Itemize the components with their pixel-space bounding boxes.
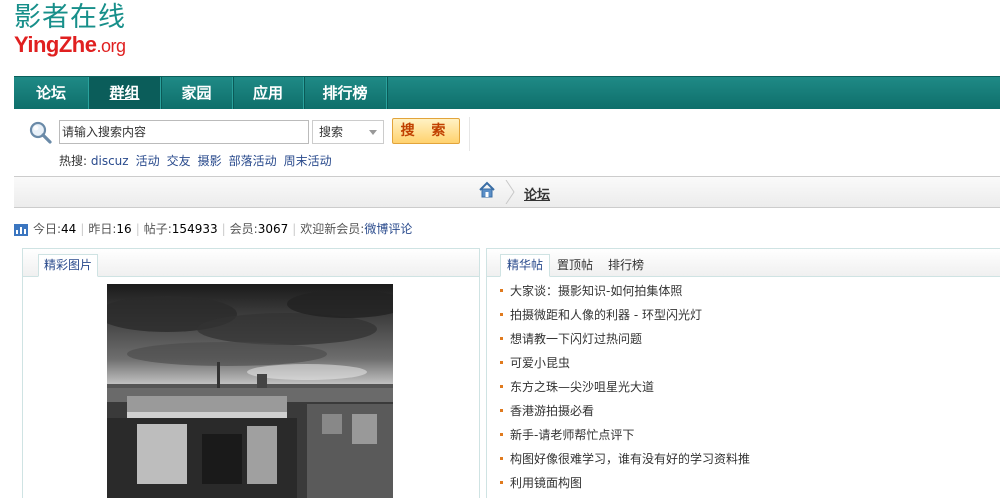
logo-chinese-text: 影者在线 [14,2,126,33]
thread-title: 拍摄微距和人像的利器 - 环型闪光灯 [510,308,702,322]
stat-members-value: 3067 [257,222,289,236]
stats-chart-icon [14,223,28,236]
divider [469,117,470,151]
thread-title: 想请教一下闪灯过热问题 [510,332,643,346]
thread-title: 东方之珠—尖沙咀星光大道 [510,380,655,394]
stat-posts-label: 帖子: [143,222,172,236]
bullet-icon [500,385,503,388]
list-item[interactable]: 东方之珠—尖沙咀星光大道 [497,375,750,399]
panel-header: 精华帖 置顶帖 排行榜 [487,249,1000,277]
bullet-icon [500,361,503,364]
list-item[interactable]: 可爱小昆虫 [497,351,750,375]
stat-separator: | [221,222,226,236]
nav-item-groups[interactable]: 群组 [89,77,161,110]
thread-title: 构图好像很难学习，谁有没有好的学习资料推 [510,452,751,466]
new-member-link[interactable]: 微博评论 [364,222,412,236]
panel-header: 精彩图片 [23,249,479,277]
breadcrumb-separator-icon [505,180,515,204]
logo-english-text: YingZhe.org [14,34,174,57]
thread-title: 香港游拍摄必看 [510,404,595,418]
hot-term-link[interactable]: discuz [91,154,129,168]
hot-search-label: 热搜: [59,154,88,168]
search-type-value: 搜索 [319,125,344,139]
stat-separator: | [292,222,297,236]
hot-term-link[interactable]: 部落活动 [229,154,277,168]
dropdown-arrow-icon [369,130,377,135]
thread-title: 利用镜面构图 [510,476,583,490]
hot-term-link[interactable]: 交友 [167,154,191,168]
list-item[interactable]: 香港游拍摄必看 [497,399,750,423]
nav-item-ranking[interactable]: 排行榜 [304,77,387,110]
thread-list-panel: 精华帖 置顶帖 排行榜 大家谈：摄影知识-如何拍集体照 拍摄微距和人像的利器 -… [486,248,1000,498]
list-item[interactable]: 新手-请老师帮忙点评下 [497,423,750,447]
tab-ranking[interactable]: 排行榜 [602,255,650,275]
stat-yesterday-label: 昨日: [88,222,117,236]
bullet-icon [500,409,503,412]
search-input[interactable] [59,120,309,144]
bullet-icon [500,433,503,436]
list-item[interactable]: 拍摄微距和人像的利器 - 环型闪光灯 [497,303,750,327]
stat-posts-value: 154933 [171,222,218,236]
list-item[interactable]: 利用镜面构图 [497,471,750,495]
breadcrumb: 论坛 [14,176,1000,208]
thread-title: 大家谈：摄影知识-如何拍集体照 [510,284,683,298]
search-button[interactable]: 搜 索 [392,118,460,144]
list-item[interactable]: 构图好像很难学习，谁有没有好的学习资料推 [497,447,750,471]
nav-item-forum[interactable]: 论坛 [14,77,89,110]
bullet-icon [500,313,503,316]
featured-images-panel: 精彩图片 [22,248,480,498]
stat-separator: | [135,222,140,236]
bullet-icon [500,481,503,484]
forum-stats: 今日:44 | 昨日:16 | 帖子:154933 | 会员:3067 | 欢迎新会员:微博评论 [14,220,412,238]
search-type-select[interactable]: 搜索 [312,120,384,144]
bullet-icon [500,337,503,340]
home-icon[interactable] [478,181,496,199]
bullet-icon [500,289,503,292]
stat-yesterday-value: 16 [116,222,132,236]
thread-title: 可爱小昆虫 [510,356,571,370]
main-nav: 论坛 群组 家园 应用 排行榜 [14,76,1000,110]
tab-digest[interactable]: 精华帖 [500,254,551,277]
bullet-icon [500,457,503,460]
hot-term-link[interactable]: 摄影 [198,154,222,168]
thread-list: 大家谈：摄影知识-如何拍集体照 拍摄微距和人像的利器 - 环型闪光灯 想请教一下… [497,279,750,495]
nav-item-home[interactable]: 家园 [161,77,233,110]
logo-english-suffix: .org [96,36,126,56]
tab-sticky[interactable]: 置顶帖 [551,255,599,275]
logo-english-name: YingZhe [14,32,97,57]
list-item[interactable]: 大家谈：摄影知识-如何拍集体照 [497,279,750,303]
breadcrumb-current[interactable]: 论坛 [524,184,550,203]
stat-today-label: 今日: [33,222,62,236]
hot-term-link[interactable]: 活动 [136,154,160,168]
nav-item-apps[interactable]: 应用 [233,77,304,110]
hot-search-row: 热搜: discuz 活动 交友 摄影 部落活动 周末活动 [59,152,339,169]
hot-term-link[interactable]: 周末活动 [284,154,332,168]
site-logo[interactable]: 影者在线 YingZhe.org [14,2,174,66]
thread-title: 新手-请老师帮忙点评下 [510,428,635,442]
stat-welcome-label: 欢迎新会员: [300,222,365,236]
magnifier-icon [29,121,52,144]
featured-photo[interactable] [107,284,393,498]
stat-today-value: 44 [61,222,77,236]
list-item[interactable]: 想请教一下闪灯过热问题 [497,327,750,351]
stat-separator: | [80,222,85,236]
search-area: 搜索 搜 索 热搜: discuz 活动交友摄影部落活动周末活动 [14,109,1000,177]
tab-featured-images[interactable]: 精彩图片 [38,254,99,277]
stat-members-label: 会员: [229,222,258,236]
